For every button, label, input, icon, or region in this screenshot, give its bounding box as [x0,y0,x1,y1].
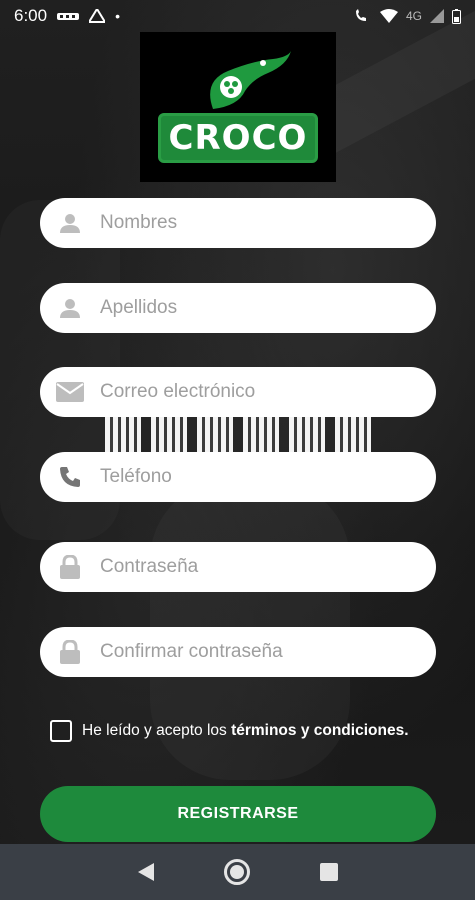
watermark-glyph [288,416,325,454]
battery-icon [452,8,461,24]
apellidos-placeholder: Apellidos [100,297,178,318]
signal-icon [430,9,444,23]
network-label: 4G [405,9,422,23]
terms-label: He leído y acepto los términos y condici… [82,722,409,740]
croco-logo: CROCO [140,32,336,182]
status-bar: 6:00 • 4G [0,0,475,32]
terms-checkbox[interactable] [50,720,72,742]
password-field[interactable]: Contraseña [40,542,436,592]
wifi-icon [379,9,398,23]
dot-icon: • [115,8,120,24]
watermark [95,414,380,456]
status-time: 6:00 [14,6,48,25]
messenger-icon [57,13,80,20]
person-icon [40,211,100,235]
terms-prefix: He leído y acepto los [82,722,232,739]
confirm-password-field[interactable]: Confirmar contraseña [40,627,436,677]
lock-icon [40,555,100,579]
watermark-glyph [150,416,187,454]
watermark-glyph [242,416,279,454]
watermark-glyph [104,416,141,454]
drive-icon [89,9,106,23]
mail-icon [40,382,100,402]
terms-row: He leído y acepto los términos y condici… [50,720,409,742]
back-icon[interactable] [137,863,154,881]
home-icon[interactable] [223,859,250,885]
phone-field[interactable]: Teléfono [40,452,436,502]
person-icon [40,296,100,320]
password-placeholder: Contraseña [100,556,199,577]
nombres-field[interactable]: Nombres [40,198,436,248]
phone-icon [40,465,100,489]
apellidos-field[interactable]: Apellidos [40,283,436,333]
lock-icon [40,640,100,664]
call-icon [355,9,366,21]
watermark-glyph [334,416,371,454]
email-field[interactable]: Correo electrónico [40,367,436,417]
recent-apps-icon[interactable] [319,863,338,881]
logo-text: CROCO [157,113,319,163]
terms-link[interactable]: términos y condiciones. [231,722,408,739]
nombres-placeholder: Nombres [100,212,178,233]
system-nav-bar [0,844,475,900]
register-button[interactable]: REGISTRARSE [40,786,436,842]
email-placeholder: Correo electrónico [100,381,256,402]
confirm-password-placeholder: Confirmar contraseña [100,641,283,662]
phone-placeholder: Teléfono [100,466,172,487]
crocodile-logo-icon [210,51,291,109]
watermark-glyph [196,416,233,454]
